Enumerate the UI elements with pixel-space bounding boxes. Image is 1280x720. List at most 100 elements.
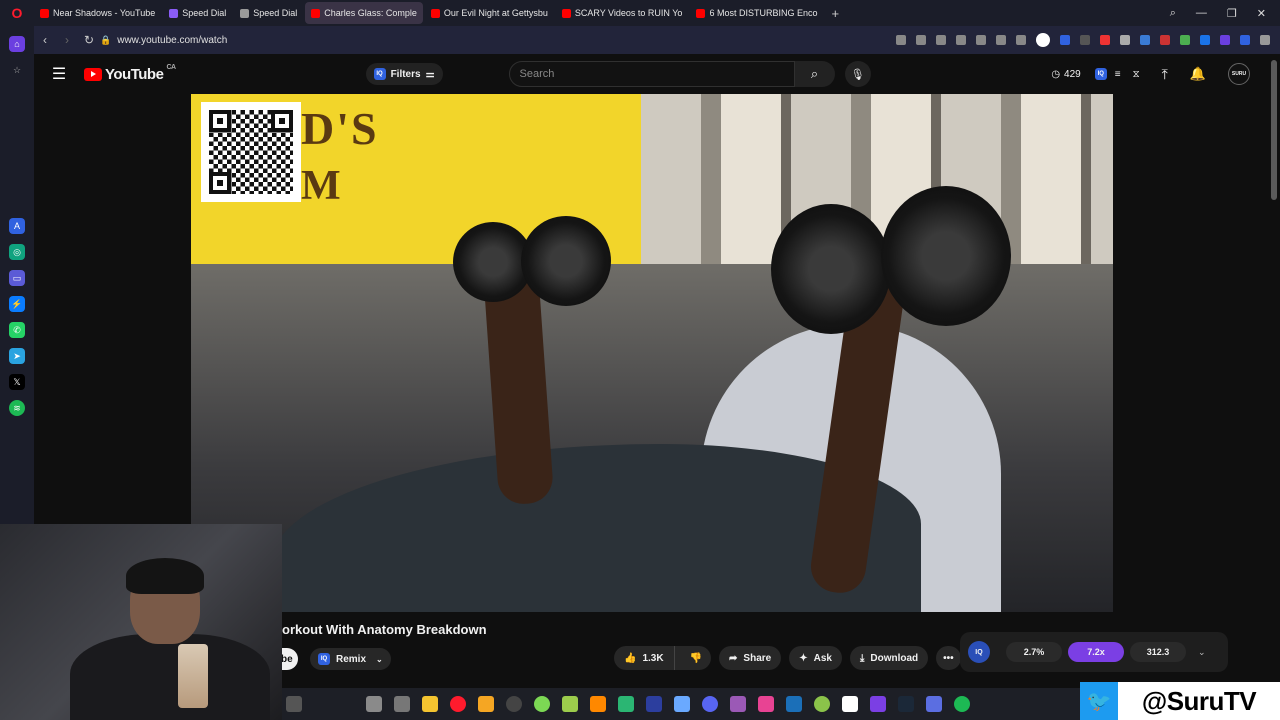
search-input[interactable]: Search [508,61,795,87]
x-icon[interactable]: 𝕏 [9,374,25,390]
upload-icon[interactable]: ⤒ [1162,66,1168,83]
rss-icon[interactable] [1120,35,1130,45]
home-icon[interactable]: ⌂ [9,36,25,52]
minimize-icon[interactable]: — [1196,7,1207,20]
puzzle-app-icon[interactable] [730,696,746,712]
tab-disturbing[interactable]: 6 Most DISTURBING Enco [690,2,823,24]
tab-scary-videos[interactable]: SCARY Videos to RUIN Yo [556,2,689,24]
back-icon[interactable]: ‹ [34,33,56,47]
new-tab-button[interactable]: + [831,6,839,21]
notifications-bell-icon[interactable]: 🔔 [1190,66,1206,82]
extension-globe-icon[interactable] [1140,35,1150,45]
tab-speed-dial-1[interactable]: Speed Dial [163,2,232,24]
menu-icon[interactable] [1016,35,1026,45]
taskbar-search-icon[interactable] [286,696,302,712]
live-icon[interactable] [646,696,662,712]
stat-engagement: 2.7% [1006,642,1062,662]
extension-blue-icon[interactable] [1060,35,1070,45]
desktop-icon[interactable] [394,696,410,712]
remix-button[interactable]: IQ Remix ⌄ [310,648,391,670]
extension-adblock-icon[interactable] [1160,35,1170,45]
region-code: CA [166,63,176,71]
share-button[interactable]: ➦ Share [719,646,782,670]
photos-icon[interactable] [758,696,774,712]
close-icon[interactable]: ✕ [1257,7,1266,20]
page-scrollbar[interactable] [1271,60,1277,200]
search-button[interactable]: ⌕ [794,61,835,87]
tab-label: SCARY Videos to RUIN Yo [574,8,683,18]
spotify-icon[interactable]: ≋ [9,400,25,416]
extension-icon[interactable]: ▭ [9,270,25,286]
iq-icon: IQ [1094,68,1107,80]
dislike-button[interactable]: 👎 [681,646,711,670]
play-icon[interactable] [976,35,986,45]
download-icon[interactable] [996,35,1006,45]
capcut-icon[interactable] [618,696,634,712]
opera-logo-icon[interactable]: O [0,0,34,26]
video-editor-icon[interactable] [786,696,802,712]
spotify-taskbar-icon[interactable] [954,696,970,712]
thumbs-up-icon: 👍 [624,652,637,664]
voice-search-button[interactable]: 🎙 [844,61,871,87]
url-field[interactable]: www.youtube.com/watch [117,35,227,46]
controller-icon[interactable] [926,696,942,712]
heart-icon[interactable] [956,35,966,45]
extension-green-icon[interactable] [1180,35,1190,45]
steam-icon[interactable] [898,696,914,712]
drink-cup [178,644,208,708]
messenger-icon[interactable]: ⚡ [9,296,25,312]
edit-icon[interactable] [896,35,906,45]
minecraft-icon[interactable] [562,696,578,712]
lightning-app-icon[interactable] [478,696,494,712]
watch-counter[interactable]: ◷ 429 IQ ≡ ⧖ [1051,68,1140,80]
green-app-icon[interactable] [814,696,830,712]
whatsapp-icon[interactable]: ✆ [9,322,25,338]
extension-red-icon[interactable] [1100,35,1110,45]
tab-evil-night[interactable]: Our Evil Night at Gettysbu [425,2,554,24]
discord-icon[interactable] [702,696,718,712]
tab-speed-dial-2[interactable]: Speed Dial [234,2,303,24]
search-tabs-icon[interactable]: ⌕ [1170,7,1176,20]
iq-logo-icon[interactable]: IQ [968,641,990,663]
like-count: 1.3K [642,652,664,664]
youtube-logo[interactable]: YouTube CA [84,63,176,83]
extension-purple-icon[interactable] [1220,35,1230,45]
shield-icon[interactable] [936,35,946,45]
telegram-icon[interactable]: ➤ [9,348,25,364]
vlc-icon[interactable] [590,696,606,712]
video-player[interactable]: D'S M [191,94,1113,612]
like-button[interactable]: 👍 1.3K [614,646,675,670]
chat-app-icon[interactable] [534,696,550,712]
purple-app-icon[interactable] [870,696,886,712]
filters-button[interactable]: IQ Filters ⚌ [365,63,443,85]
qr-code [201,102,301,202]
maximize-icon[interactable]: ❐ [1227,7,1237,20]
aria-icon[interactable]: A [9,218,25,234]
tab-near-shadows[interactable]: Near Shadows - YouTube [34,2,161,24]
share-icon: ➦ [729,652,738,664]
chatgpt-icon[interactable]: ◎ [9,244,25,260]
tab-charles-glass[interactable]: Charles Glass: Comple [305,2,423,24]
forward-icon[interactable]: › [56,33,78,47]
chevron-down-icon[interactable]: ⌄ [1198,647,1206,658]
file-explorer-icon[interactable] [422,696,438,712]
camera-icon[interactable] [916,35,926,45]
extensions-puzzle-icon[interactable] [1260,35,1270,45]
profile-avatar-icon[interactable] [1036,33,1050,47]
task-view-icon[interactable] [366,696,382,712]
ask-button[interactable]: ✦ Ask [789,646,842,670]
qr-finder [209,172,231,194]
avatar[interactable]: SURU [1228,63,1250,85]
extension-iq-icon[interactable] [1240,35,1250,45]
more-actions-button[interactable]: ••• [936,646,961,670]
opera-gx-icon[interactable] [450,696,466,712]
favorites-icon[interactable]: ☆ [9,62,25,78]
download-button[interactable]: ⤓ Download [849,646,929,670]
hamburger-menu-icon[interactable]: ☰ [34,64,84,84]
obs-icon[interactable] [506,696,522,712]
streamdeck-icon[interactable] [674,696,690,712]
extension-badge-icon[interactable] [1080,35,1090,45]
extension-translate-icon[interactable] [1200,35,1210,45]
capcut-alt-icon[interactable] [842,696,858,712]
reload-icon[interactable]: ↻ [78,33,100,47]
